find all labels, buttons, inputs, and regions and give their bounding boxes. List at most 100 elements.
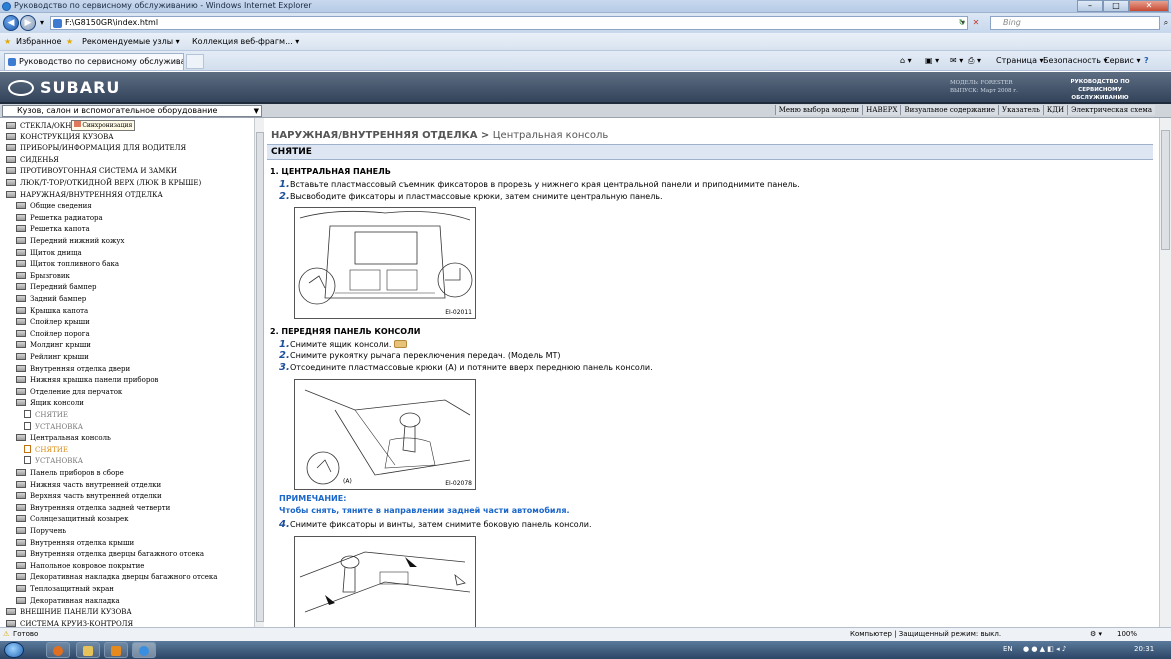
help-menu[interactable]: ? [1144, 56, 1149, 65]
forward-button[interactable]: ▶ [20, 15, 36, 31]
tree-item[interactable]: Брызговик [16, 271, 70, 282]
folder-icon [16, 283, 26, 291]
taskbar-firefox[interactable] [46, 642, 70, 658]
tree-item[interactable]: Напольное ковровое покрытие [16, 561, 144, 572]
address-url: F:\G8150GR\index.html [65, 18, 159, 27]
tree-item[interactable]: СНЯТИЕ [24, 444, 68, 456]
tree-item[interactable]: Рейлинг крыши [16, 352, 89, 363]
tree-item[interactable]: Внутренняя отделка дверцы багажного отсе… [16, 549, 204, 560]
favorites-button[interactable]: Избранное [16, 37, 61, 46]
tree-item[interactable]: Центральная консоль [16, 433, 111, 444]
tree-item[interactable]: Общие сведения [16, 201, 92, 212]
manual-link-5[interactable]: Электрическая схема [1067, 105, 1155, 115]
taskbar-explorer[interactable] [76, 642, 100, 658]
manual-link-4[interactable]: КДИ [1042, 105, 1068, 115]
tree-item[interactable]: Отделение для перчаток [16, 387, 122, 398]
tree-item[interactable]: СТЕКЛА/ОКН Синхронизация [6, 120, 136, 131]
new-tab-button[interactable] [186, 54, 204, 69]
reference-link-icon[interactable] [393, 340, 407, 348]
zoom-level[interactable]: 100% [1117, 630, 1137, 638]
tree-item[interactable]: Декоративная накладка дверцы багажного о… [16, 572, 217, 583]
search-input[interactable]: Bing [990, 16, 1160, 30]
tree-item[interactable]: КОНСТРУКЦИЯ КУЗОВА [6, 132, 114, 143]
tree-item[interactable]: Внутренняя отделка крыши [16, 538, 134, 549]
tree-item[interactable]: УСТАНОВКА [24, 421, 83, 433]
tree-item[interactable]: Панель приборов в сборе [16, 468, 124, 479]
security-zone[interactable]: Компьютер | Защищенный режим: выкл. [850, 630, 1001, 638]
maximize-button[interactable]: □ [1103, 0, 1129, 12]
tree-item[interactable]: Щиток днища [16, 248, 82, 259]
tree-scrollbar[interactable] [254, 118, 264, 627]
stop-icon[interactable]: ✕ [970, 17, 982, 29]
breadcrumb-parent[interactable]: НАРУЖНАЯ/ВНУТРЕННЯЯ ОТДЕЛКА > [271, 130, 493, 141]
safety-menu[interactable]: Безопасность ▾ [1043, 56, 1108, 65]
back-button[interactable]: ◀ [3, 15, 19, 31]
manual-link-0[interactable]: Меню выбора модели [774, 105, 863, 115]
tree-item[interactable]: Крышка капота [16, 306, 88, 317]
tree-item[interactable]: СНЯТИЕ [24, 410, 68, 421]
tree-item[interactable]: Внутренняя отделка двери [16, 364, 130, 375]
tree-item[interactable]: Внутренняя отделка задней четверти [16, 503, 170, 514]
mail-icon[interactable]: ✉ ▾ [950, 56, 963, 65]
tree-item[interactable]: Декоративная накладка [16, 596, 120, 607]
tree-item[interactable]: Солнцезащитный козырек [16, 514, 128, 525]
tree-item[interactable]: Решетка капота [16, 224, 90, 235]
tree-item[interactable]: Нижняя крышка панели приборов [16, 375, 159, 386]
tree-item[interactable]: ЛЮК/Т-ТОР/ОТКИДНОЙ ВЕРХ (ЛЮК В КРЫШЕ) [6, 178, 201, 189]
tools-menu[interactable]: Сервис ▾ [1104, 56, 1140, 65]
tree-item[interactable]: Поручень [16, 526, 66, 537]
tree-item[interactable]: Спойлер порога [16, 329, 90, 340]
section-select[interactable]: Кузов, салон и вспомогательное оборудова… [2, 105, 262, 117]
manual-link-1[interactable]: НАВЕРХ [862, 105, 901, 115]
recent-pages-dropdown[interactable]: ▾ [36, 17, 48, 29]
tree-item[interactable]: УСТАНОВКА [24, 456, 83, 467]
folder-icon [6, 167, 16, 175]
page-menu[interactable]: Страница ▾ [996, 56, 1044, 65]
protected-mode-icon[interactable]: ⚙ ▾ [1090, 630, 1102, 638]
content-scrollbar[interactable] [1159, 118, 1171, 627]
manual-link-3[interactable]: Указатель [998, 105, 1043, 115]
recommended-sites-link[interactable]: Рекомендуемые узлы ▾ [82, 37, 180, 46]
refresh-icon[interactable]: ↻ [956, 17, 968, 29]
tray-icons[interactable]: ● ● ▲ ◧ ◂ ♪ [1023, 645, 1066, 653]
tree-item[interactable]: Молдинг крыши [16, 340, 91, 351]
taskbar-media[interactable] [104, 642, 128, 658]
add-favorite-icon[interactable]: ★ [66, 37, 73, 46]
home-icon[interactable]: ⌂ ▾ [900, 56, 912, 65]
search-icon[interactable]: ⌕ [1160, 17, 1171, 29]
tree-item[interactable]: Решетка радиатора [16, 213, 103, 224]
tree-item[interactable]: Задний бампер [16, 294, 86, 305]
manual-link-2[interactable]: Визуальное содержание [900, 105, 999, 115]
tree-item[interactable]: Нижняя часть внутренней отделки [16, 480, 161, 491]
tree-item[interactable]: СИСТЕМА КРУИЗ-КОНТРОЛЯ [6, 619, 133, 627]
tree-item[interactable]: Теплозащитный экран [16, 584, 114, 595]
tree-item[interactable]: Ящик консоли [16, 398, 84, 409]
tree-item[interactable]: Щиток топливного бака [16, 259, 119, 270]
tree-item[interactable]: ПРИБОРЫ/ИНФОРМАЦИЯ ДЛЯ ВОДИТЕЛЯ [6, 143, 186, 154]
tree-item[interactable]: СИДЕНЬЯ [6, 155, 59, 166]
start-button[interactable] [4, 642, 24, 658]
tree-item[interactable]: НАРУЖНАЯ/ВНУТРЕННЯЯ ОТДЕЛКА [6, 190, 163, 201]
tree-item[interactable]: Передний бампер [16, 282, 97, 293]
tree-item[interactable]: ВНЕШНИЕ ПАНЕЛИ КУЗОВА [6, 607, 132, 618]
tab-current[interactable]: Руководство по сервисному обслуживанию [4, 53, 184, 70]
address-bar[interactable]: F:\G8150GR\index.html ▾ [50, 16, 968, 30]
feeds-icon[interactable]: ▣ ▾ [925, 56, 939, 65]
tree-item[interactable]: Спойлер крыши [16, 317, 90, 328]
tree-scroll-thumb[interactable] [256, 132, 264, 622]
tree-item[interactable]: Передний нижний кожух [16, 236, 125, 247]
heading-central-panel: 1. ЦЕНТРАЛЬНАЯ ПАНЕЛЬ [270, 167, 391, 176]
folder-icon [6, 144, 16, 152]
clock[interactable]: 20:31 [1134, 645, 1154, 653]
print-icon[interactable]: ⎙ ▾ [968, 56, 981, 66]
search-placeholder: Bing [1003, 18, 1021, 27]
minimize-button[interactable]: – [1077, 0, 1103, 12]
close-button[interactable]: ✕ [1129, 0, 1169, 12]
tree-item-label: Теплозащитный экран [30, 585, 114, 593]
tree-item[interactable]: Верхняя часть внутренней отделки [16, 491, 162, 502]
content-scroll-thumb[interactable] [1161, 130, 1170, 250]
taskbar-ie[interactable] [132, 642, 156, 658]
language-indicator[interactable]: EN [1003, 645, 1013, 653]
web-slice-gallery-link[interactable]: Коллекция веб-фрагм... ▾ [192, 37, 299, 46]
tree-item[interactable]: ПРОТИВОУГОННАЯ СИСТЕМА И ЗАМКИ [6, 166, 177, 177]
